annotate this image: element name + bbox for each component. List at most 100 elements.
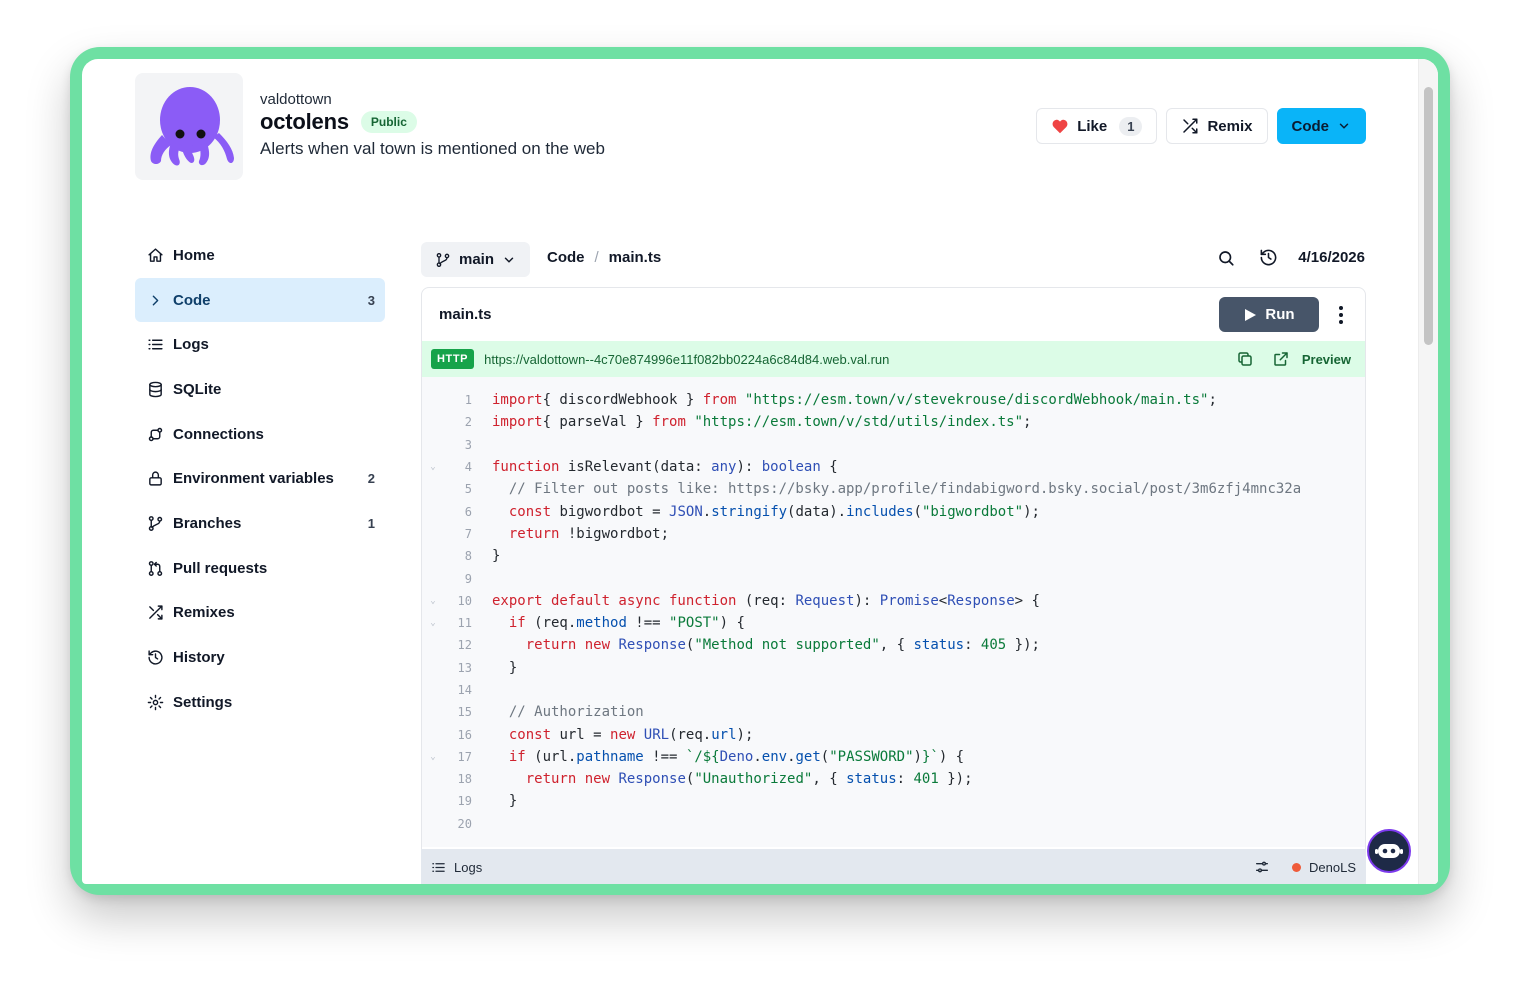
code-token: method [576,615,627,632]
code-line[interactable]: 7 return !bigwordbot; [422,523,1365,545]
sidebar-item-remixes[interactable]: Remixes [135,591,385,636]
sidebar-item-branches[interactable]: Branches 1 [135,501,385,546]
page-scrollbar[interactable] [1418,59,1438,884]
val-avatar [135,73,243,180]
line-number: 3 [464,437,472,452]
code-line[interactable]: 18 return new Response("Unauthorized", {… [422,768,1365,790]
heart-icon [1052,119,1068,134]
code-line[interactable]: 5 // Filter out posts like: https://bsky… [422,478,1365,500]
line-number: 14 [457,683,472,697]
owner-name[interactable]: valdottown [260,91,332,108]
code-token: any [711,459,737,476]
code-token: "PASSWORD" [829,748,914,765]
code-line[interactable]: 16 const url = new URL(req.url); [422,723,1365,745]
line-source: return new Response("Method not supporte… [492,637,1040,653]
chevron-down-icon [1339,123,1349,129]
code-token: `/${ [685,748,720,765]
code-token: includes [846,503,914,520]
octopus-icon [150,87,234,166]
search-icon[interactable] [1217,249,1235,267]
code-line[interactable]: 15 // Authorization [422,701,1365,723]
code-token: Promise [879,592,939,609]
fold-chevron-icon[interactable]: ⌄ [422,618,444,628]
scrollbar-thumb[interactable] [1424,87,1433,345]
sidebar-item-pull-requests[interactable]: Pull requests [135,546,385,591]
line-source: return new Response("Unauthorized", { st… [492,771,973,787]
window-frame: valdottown octolens Public Alerts when v… [70,47,1450,895]
line-number: 8 [464,549,472,564]
code-token: if [508,748,526,765]
app-window: valdottown octolens Public Alerts when v… [82,59,1438,884]
sidebar-item-settings[interactable]: Settings [135,680,385,725]
preview-link[interactable]: Preview [1302,352,1351,367]
sidebar-item-label: Code [173,291,211,309]
sliders-icon[interactable] [1254,859,1270,875]
code-token: ); [736,726,754,743]
line-number: 4 [464,460,472,475]
line-source: // Filter out posts like: https://bsky.a… [492,481,1301,497]
http-url[interactable]: https://valdottown--4c70e874996e11f082bb… [484,352,1236,367]
http-badge: HTTP [431,349,475,369]
sidebar-item-environment-variables[interactable]: Environment variables 2 [135,456,385,501]
code-line[interactable]: ⌄ 4 function isRelevant(data: any): boolea… [422,456,1365,478]
breadcrumb-file: main.ts [608,249,662,266]
sidebar-item-code[interactable]: Code 3 [135,277,385,323]
branch-selector[interactable]: main [421,242,531,277]
code-line[interactable]: ⌄ 10 export default async function (req: R… [422,590,1365,612]
code-line[interactable]: 13 } [422,657,1365,679]
fold-chevron-icon[interactable]: ⌄ [422,752,444,762]
code-token: (url. [525,748,577,765]
lsp-status[interactable]: DenoLS [1292,860,1356,875]
code-line[interactable]: 20 [422,813,1365,835]
external-link-icon[interactable] [1272,350,1290,368]
sidebar-item-label: SQLite [173,380,222,398]
like-button[interactable]: Like 1 [1036,108,1158,144]
run-button[interactable]: Run [1219,297,1319,332]
code-token: (data). [787,503,847,520]
sidebar-item-count: 2 [367,471,375,487]
code-line[interactable]: ⌄ 11 if (req.method !== "POST") { [422,612,1365,634]
code-line[interactable]: 8} [422,545,1365,567]
code-token: "Method not supported" [694,637,880,654]
logs-toggle[interactable]: Logs [431,860,1254,875]
visibility-badge: Public [360,111,417,133]
sidebar-item-label: Home [173,246,215,264]
sidebar-item-home[interactable]: Home [135,233,385,278]
code-line[interactable]: 2 import{ parseVal } from "https://esm.to… [422,411,1365,433]
code-token: url [711,726,737,743]
code-token: < [938,592,948,609]
code-dropdown-button[interactable]: Code [1276,108,1366,144]
fold-chevron-icon[interactable]: ⌄ [422,462,444,472]
line-number: 6 [464,504,472,519]
code-token: return [508,525,560,542]
file-header: main.ts Run [422,288,1365,341]
remix-button[interactable]: Remix [1166,108,1268,144]
fold-chevron-icon[interactable]: ⌄ [422,596,444,606]
sidebar-item-history[interactable]: History [135,635,385,680]
more-options-icon[interactable] [1331,305,1351,324]
sidebar-item-logs[interactable]: Logs [135,322,385,367]
history-icon[interactable] [1259,248,1278,267]
code-line[interactable]: ⌄ 17 if (url.pathname !== `/${Deno.env.ge… [422,746,1365,768]
code-line[interactable]: 12 return new Response("Method not suppo… [422,634,1365,656]
sidebar-item-sqlite[interactable]: SQLite [135,367,385,412]
breadcrumb-root[interactable]: Code [547,249,585,266]
code-token: ): [854,592,880,609]
line-source: const bigwordbot = JSON.stringify(data).… [492,504,1040,520]
assistant-bot-button[interactable] [1367,829,1411,873]
lock-icon [147,470,164,487]
sidebar-item-connections[interactable]: Connections [135,412,385,457]
code-line[interactable]: 19 } [422,790,1365,812]
code-line[interactable]: 1 import{ discordWebhook } from "https://… [422,389,1365,411]
last-modified-date[interactable]: 4/16/2026 [1298,249,1365,266]
like-count: 1 [1119,116,1143,136]
code-token: get [795,748,821,765]
code-line[interactable]: 9 [422,567,1365,589]
code-line[interactable]: 14 [422,679,1365,701]
code-area[interactable]: 1 import{ discordWebhook } from "https://… [422,377,1365,847]
code-line[interactable]: 6 const bigwordbot = JSON.stringify(data… [422,500,1365,522]
code-line[interactable]: 3 [422,434,1365,456]
play-icon [1245,308,1257,321]
copy-icon[interactable] [1236,350,1254,368]
